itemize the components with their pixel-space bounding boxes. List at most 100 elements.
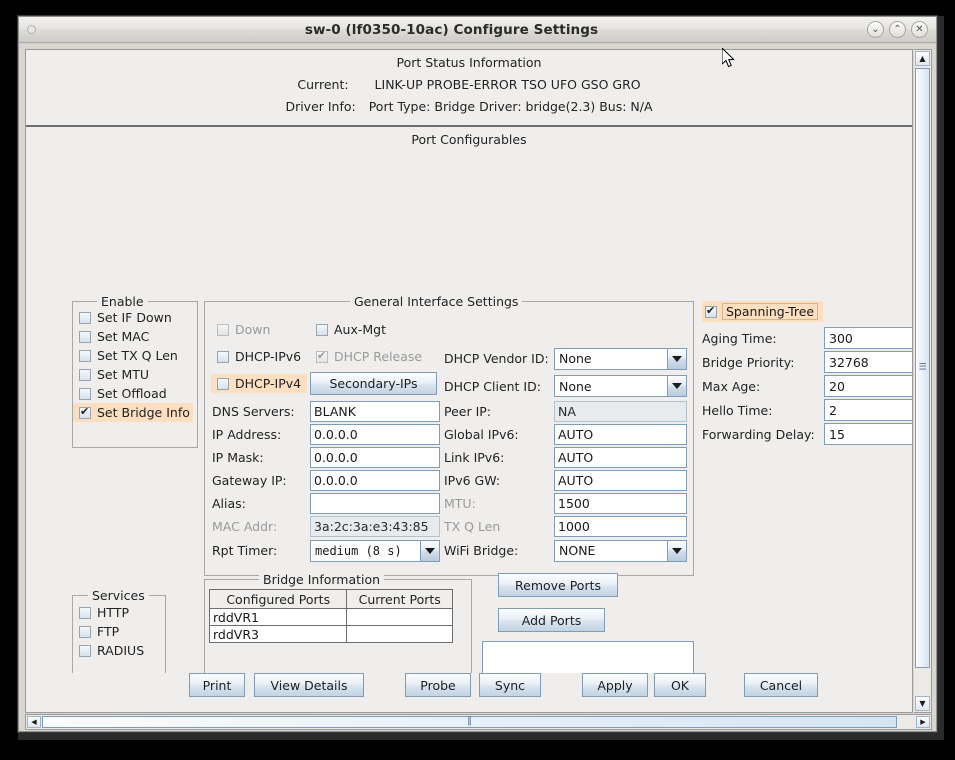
checkbox-icon — [79, 330, 91, 343]
probe-button[interactable]: Probe — [405, 673, 471, 697]
checkbox-label: RADIUS — [97, 643, 145, 658]
forwarding-delay-combobox[interactable]: 15 — [824, 423, 912, 445]
checkbox-set-mtu[interactable]: Set MTU — [73, 365, 197, 384]
dns-servers-input[interactable]: BLANK — [310, 401, 440, 422]
column-current-ports[interactable]: Current Ports — [346, 589, 453, 609]
vertical-scrollbar[interactable]: ▲ ☰ ▼ — [914, 49, 932, 713]
secondary-ips-button[interactable]: Secondary-IPs — [310, 372, 437, 395]
max-age-combobox[interactable]: 20 — [824, 375, 912, 397]
maximize-button[interactable]: ⌃ — [889, 21, 906, 38]
chevron-down-icon[interactable] — [420, 540, 439, 561]
aging-time-combobox[interactable]: 300 — [824, 327, 912, 349]
cell-configured-port[interactable]: rddVR1 — [208, 608, 348, 626]
right-fields-column: DHCP Vendor ID: None DHCP Client ID: Non… — [444, 345, 689, 563]
cell-configured-port[interactable]: rddVR3 — [208, 625, 348, 643]
scroll-down-button[interactable]: ▼ — [915, 696, 930, 711]
triangle-down-icon: ▼ — [919, 699, 926, 708]
cancel-button[interactable]: Cancel — [744, 673, 818, 697]
sync-button[interactable]: Sync — [479, 673, 541, 697]
general-interface-settings-group: General Interface Settings Down Aux-Mgt — [204, 294, 694, 576]
chevron-down-icon[interactable] — [667, 348, 686, 369]
close-button[interactable]: ✕ — [911, 21, 928, 38]
apply-button[interactable]: Apply — [582, 673, 648, 697]
alias-input[interactable] — [310, 493, 440, 514]
ipv6-gw-label: IPv6 GW: — [444, 473, 501, 488]
bridge-ports-table: Configured Ports Current Ports rddVR1 rd… — [208, 589, 453, 643]
rpt-timer-combobox[interactable]: medium (8 s) — [310, 539, 440, 562]
checkbox-aux-mgt[interactable]: Aux-Mgt — [310, 320, 386, 339]
ip-address-input[interactable]: 0.0.0.0 — [310, 424, 440, 445]
checkbox-set-bridge-info[interactable]: Set Bridge Info — [73, 403, 193, 422]
global-ipv6-input[interactable]: AUTO — [554, 424, 687, 445]
horizontal-scroll-thumb[interactable]: ‖ — [42, 716, 897, 728]
checkbox-http[interactable]: HTTP — [73, 603, 165, 622]
checkbox-dhcp-ipv6[interactable]: DHCP-IPv6 — [211, 347, 301, 366]
checkbox-dhcp-ipv4[interactable]: DHCP-IPv4 — [211, 374, 308, 393]
ok-button[interactable]: OK — [654, 673, 706, 697]
services-checkbox-list: HTTP FTP RADIUS — [73, 603, 165, 660]
spanning-tree-checkbox[interactable]: Spanning-Tree — [702, 301, 824, 322]
table-row[interactable]: rddVR3 — [208, 625, 453, 643]
port-status-driver-row: Driver Info: Port Type: Bridge Driver: b… — [26, 99, 912, 114]
forwarding-delay-value: 15 — [825, 424, 912, 444]
horizontal-scrollbar[interactable]: ◀ ‖ ▶ — [25, 714, 932, 730]
checkbox-set-offload[interactable]: Set Offload — [73, 384, 197, 403]
checkbox-set-mac[interactable]: Set MAC — [73, 327, 197, 346]
checkbox-label: Set TX Q Len — [97, 348, 178, 363]
ipv6-gw-input[interactable]: AUTO — [554, 470, 687, 491]
dhcp-vendor-id-label: DHCP Vendor ID: — [444, 351, 549, 366]
checkbox-icon — [217, 350, 229, 363]
enable-group-title: Enable — [97, 294, 148, 309]
minimize-button[interactable]: ⌄ — [867, 21, 884, 38]
dhcp-vendor-id-combobox[interactable]: None — [554, 347, 687, 370]
print-button[interactable]: Print — [189, 673, 245, 697]
dhcp-client-id-label: DHCP Client ID: — [444, 378, 541, 394]
vertical-scroll-thumb[interactable]: ☰ — [915, 68, 930, 668]
window-titlebar[interactable]: sw-0 (lf0350-10ac) Configure Settings ⌄ … — [19, 17, 936, 43]
checkbox-set-if-down[interactable]: Set IF Down — [73, 308, 197, 327]
checkbox-icon — [316, 349, 328, 363]
port-status-information-panel: Port Status Information Current: LINK-UP… — [26, 50, 912, 127]
chevron-down-icon[interactable] — [667, 376, 686, 396]
port-status-current-row: Current: LINK-UP PROBE-ERROR TSO UFO GSO… — [26, 77, 912, 92]
checkbox-label: FTP — [97, 624, 120, 639]
cell-current-port[interactable] — [346, 625, 453, 643]
wifi-bridge-combobox[interactable]: NONE — [554, 539, 687, 562]
checkbox-set-tx-q-len[interactable]: Set TX Q Len — [73, 346, 197, 365]
link-ipv6-input[interactable]: AUTO — [554, 447, 687, 468]
cell-current-port[interactable] — [346, 608, 453, 626]
grip-icon: ‖ — [467, 716, 472, 727]
mac-addr-input: 3a:2c:3a:e3:43:85 — [310, 516, 440, 537]
window-menu-icon[interactable] — [27, 25, 36, 34]
scroll-right-button[interactable]: ▶ — [916, 716, 930, 728]
checkbox-icon — [217, 323, 229, 336]
view-details-button[interactable]: View Details — [254, 673, 364, 697]
remove-ports-button[interactable]: Remove Ports — [498, 573, 618, 597]
table-row[interactable]: rddVR1 — [208, 608, 453, 626]
spanning-tree-label: Spanning-Tree — [722, 303, 819, 320]
dhcp-vendor-id-value: None — [555, 348, 667, 369]
aging-time-row: Aging Time: 300 — [702, 327, 912, 349]
checkbox-radius[interactable]: RADIUS — [73, 641, 165, 660]
dhcp-client-id-combobox[interactable]: None — [554, 375, 687, 397]
checkbox-icon — [79, 387, 91, 400]
column-configured-ports[interactable]: Configured Ports — [208, 589, 348, 609]
max-age-row: Max Age: 20 — [702, 375, 912, 397]
scroll-up-button[interactable]: ▲ — [915, 51, 930, 66]
chevron-down-icon[interactable] — [667, 540, 686, 561]
hello-time-label: Hello Time: — [702, 402, 773, 418]
dialog-button-bar: Print View Details Probe Sync Apply OK C… — [26, 673, 912, 712]
add-ports-button[interactable]: Add Ports — [498, 608, 605, 632]
mtu-input[interactable]: 1500 — [554, 493, 687, 514]
ip-mask-input[interactable]: 0.0.0.0 — [310, 447, 440, 468]
checkbox-ftp[interactable]: FTP — [73, 622, 165, 641]
global-ipv6-label: Global IPv6: — [444, 427, 519, 442]
bridge-priority-row: Bridge Priority: 32768 — [702, 351, 912, 373]
port-status-heading: Port Status Information — [396, 55, 542, 70]
forwarding-delay-row: Forwarding Delay: 15 — [702, 423, 912, 445]
tx-q-len-input[interactable]: 1000 — [554, 516, 687, 537]
gateway-ip-input[interactable]: 0.0.0.0 — [310, 470, 440, 491]
bridge-priority-combobox[interactable]: 32768 — [824, 351, 912, 373]
scroll-left-button[interactable]: ◀ — [27, 716, 41, 728]
hello-time-combobox[interactable]: 2 — [824, 399, 912, 421]
